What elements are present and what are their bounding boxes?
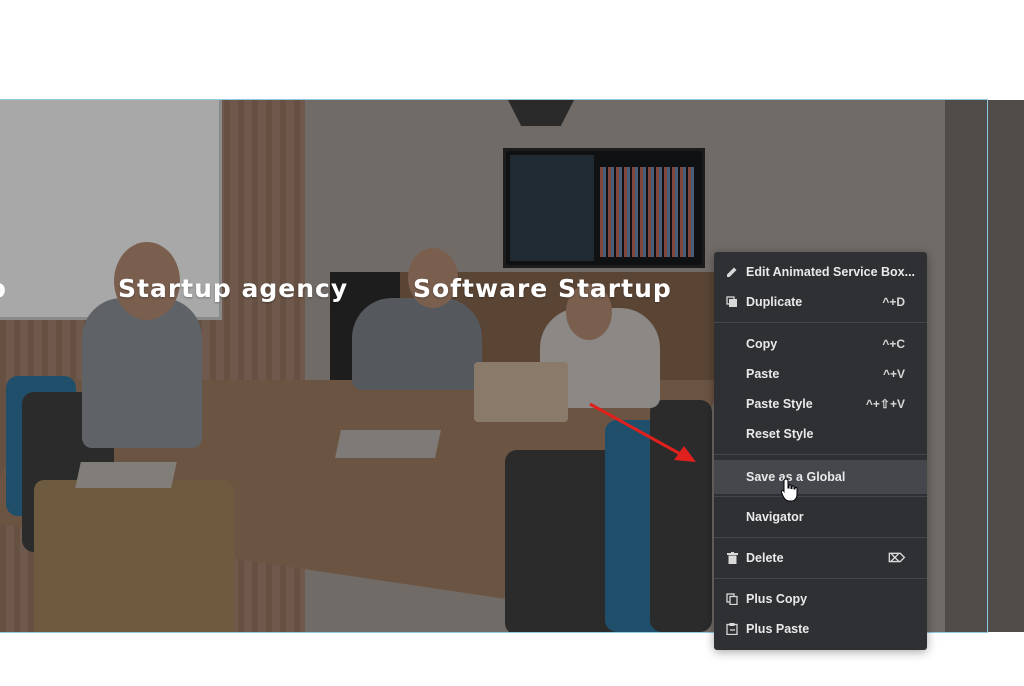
menu-item-edit[interactable]: Edit Animated Service Box... xyxy=(714,258,927,286)
menu-separator xyxy=(714,537,927,538)
person xyxy=(82,298,202,448)
menu-item-label: Plus Paste xyxy=(746,622,810,636)
menu-item-label: Copy xyxy=(746,337,778,351)
menu-item-label: Plus Copy xyxy=(746,592,808,606)
menu-item-label: Duplicate xyxy=(746,295,803,309)
menu-item-navigator[interactable]: Navigator xyxy=(714,503,927,531)
menu-item-duplicate[interactable]: Duplicate ^+D xyxy=(714,288,927,316)
menu-item-label: Paste xyxy=(746,367,780,381)
paper xyxy=(335,430,441,458)
menu-item-paste[interactable]: Paste ^+V xyxy=(714,360,927,388)
menu-item-delete[interactable]: Delete ⌦ xyxy=(714,544,927,572)
tv-code-panel xyxy=(510,155,594,261)
menu-separator xyxy=(714,322,927,323)
red-arrow-annotation xyxy=(589,402,696,462)
menu-item-label: Navigator xyxy=(746,510,804,524)
tv-chart-panel xyxy=(600,167,696,257)
laptop xyxy=(474,362,568,422)
menu-separator xyxy=(714,454,927,455)
menu-item-copy[interactable]: Copy ^+C xyxy=(714,330,927,358)
duplicate-icon xyxy=(725,295,739,309)
page-top-area xyxy=(0,0,1024,100)
copy-icon xyxy=(725,592,739,606)
hand-cursor-icon xyxy=(781,478,798,502)
menu-item-label: Reset Style xyxy=(746,427,814,441)
menu-item-shortcut: ^+V xyxy=(882,367,905,381)
menu-item-plus-copy[interactable]: Plus Copy xyxy=(714,585,927,613)
menu-item-label: Paste Style xyxy=(746,397,813,411)
paper xyxy=(75,462,177,488)
delete-key-icon: ⌦ xyxy=(888,551,905,565)
menu-separator xyxy=(714,496,927,497)
menu-item-label: Delete xyxy=(746,551,784,565)
menu-item-plus-paste[interactable]: Plus Paste xyxy=(714,615,927,643)
trash-icon xyxy=(725,551,739,565)
menu-item-label: Edit Animated Service Box... xyxy=(746,265,916,279)
menu-item-shortcut: ^+⇧+V xyxy=(865,397,905,411)
person xyxy=(352,298,482,390)
hero-label-software-startup[interactable]: Software Startup xyxy=(413,274,672,303)
menu-item-shortcut: ^+D xyxy=(882,295,905,309)
context-menu: Edit Animated Service Box... Duplicate ^… xyxy=(714,252,927,650)
right-wall xyxy=(945,100,1024,632)
chair xyxy=(34,480,234,632)
pencil-icon xyxy=(725,265,739,279)
hero-label-startup-agency[interactable]: Startup agency xyxy=(118,274,348,303)
menu-separator xyxy=(714,578,927,579)
paste-icon xyxy=(725,622,739,636)
hero-label-partial: p xyxy=(0,274,6,303)
menu-item-shortcut: ^+C xyxy=(882,337,905,351)
menu-item-save-as-global[interactable]: Save as a Global xyxy=(714,460,927,494)
menu-item-reset-style[interactable]: Reset Style xyxy=(714,420,927,448)
wall-tv xyxy=(503,148,705,268)
menu-item-paste-style[interactable]: Paste Style ^+⇧+V xyxy=(714,390,927,418)
